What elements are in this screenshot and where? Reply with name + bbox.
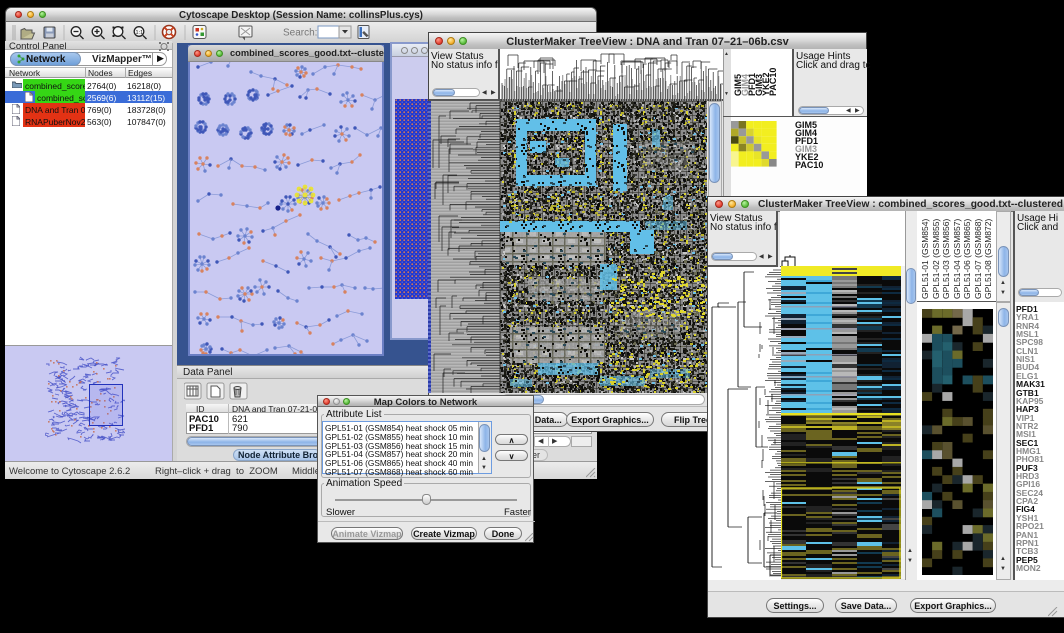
svg-text:Search:: Search: bbox=[283, 28, 317, 39]
svg-text:1:1: 1:1 bbox=[136, 30, 144, 36]
